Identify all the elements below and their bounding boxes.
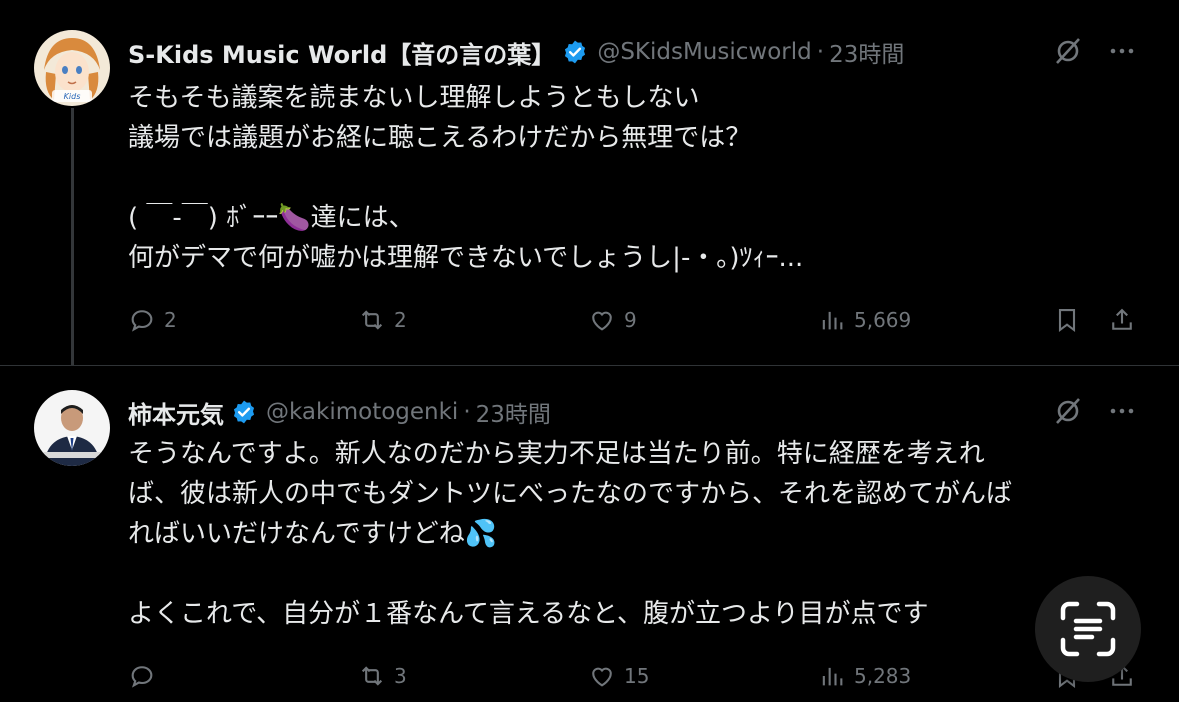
repost-icon	[361, 310, 383, 330]
like-count: 9	[624, 308, 637, 332]
repost-count: 3	[394, 664, 407, 688]
verified-badge-icon	[562, 39, 588, 65]
avatar-label: Kids	[64, 92, 81, 101]
reply-icon	[131, 310, 153, 332]
views-icon	[822, 667, 843, 686]
bookmark-icon	[1058, 309, 1076, 333]
tweet-actions: 2 2 9 5,669	[128, 306, 1143, 346]
reply-button[interactable]: 2	[128, 306, 177, 334]
tweet-text: そうなんですよ。新人なのだから実力不足は当たり前。特に経歴を考えれ ば、彼は新人…	[128, 439, 1013, 629]
author-name[interactable]: S-Kids Music World【音の言の葉】	[128, 35, 555, 70]
share-icon	[1112, 308, 1132, 330]
tweet-actions: 3 15 5,283	[128, 662, 1143, 702]
grok-icon[interactable]	[1053, 396, 1083, 426]
timestamp[interactable]: 23時間	[476, 395, 551, 429]
views-button[interactable]: 5,283	[818, 662, 911, 690]
google-lens-icon	[1060, 601, 1116, 657]
like-button[interactable]: 15	[588, 662, 649, 690]
more-icon[interactable]	[1107, 396, 1137, 426]
separator-dot: ·	[816, 39, 825, 65]
repost-button[interactable]: 3	[358, 662, 407, 690]
timestamp[interactable]: 23時間	[829, 35, 904, 69]
author-name[interactable]: 柿本元気	[128, 395, 224, 430]
share-button[interactable]	[1108, 306, 1136, 334]
like-count: 15	[624, 664, 650, 688]
tweet-header: S-Kids Music World【音の言の葉】 @SKidsMusicwor…	[128, 34, 904, 70]
avatar[interactable]	[34, 390, 110, 466]
verified-badge-icon	[231, 399, 257, 425]
avatar[interactable]: Kids	[34, 30, 110, 106]
repost-count: 2	[394, 308, 407, 332]
more-icon[interactable]	[1107, 36, 1137, 66]
view-count: 5,669	[854, 308, 912, 332]
repost-button[interactable]: 2	[358, 306, 407, 334]
tweet-kakimoto[interactable]: 柿本元気 @kakimotogenki · 23時間 そうなんですよ。新人なのだ…	[0, 366, 1179, 695]
like-button[interactable]: 9	[588, 306, 637, 334]
views-icon	[822, 311, 843, 330]
grok-icon[interactable]	[1053, 36, 1083, 66]
tweet-text: そもそも議案を読まないし理解しようともしない 議場では議題がお経に聴こえるわけだ…	[128, 83, 804, 273]
bookmark-button[interactable]	[1053, 306, 1081, 334]
google-lens-button[interactable]	[1035, 576, 1141, 682]
tweet-skids[interactable]: Kids S-Kids Music World【音の言の葉】 @SKidsMus…	[0, 0, 1179, 366]
reply-icon	[131, 666, 153, 688]
repost-icon	[361, 666, 383, 686]
like-icon	[592, 311, 612, 331]
author-handle[interactable]: @kakimotogenki	[266, 399, 458, 425]
separator-dot: ·	[463, 399, 471, 425]
view-count: 5,283	[854, 664, 912, 688]
views-button[interactable]: 5,669	[818, 306, 911, 334]
reply-button[interactable]	[128, 662, 164, 690]
tweet-header: 柿本元気 @kakimotogenki · 23時間	[128, 394, 551, 430]
author-handle[interactable]: @SKidsMusicworld	[597, 39, 811, 65]
like-icon	[592, 667, 612, 687]
reply-count: 2	[164, 308, 177, 332]
